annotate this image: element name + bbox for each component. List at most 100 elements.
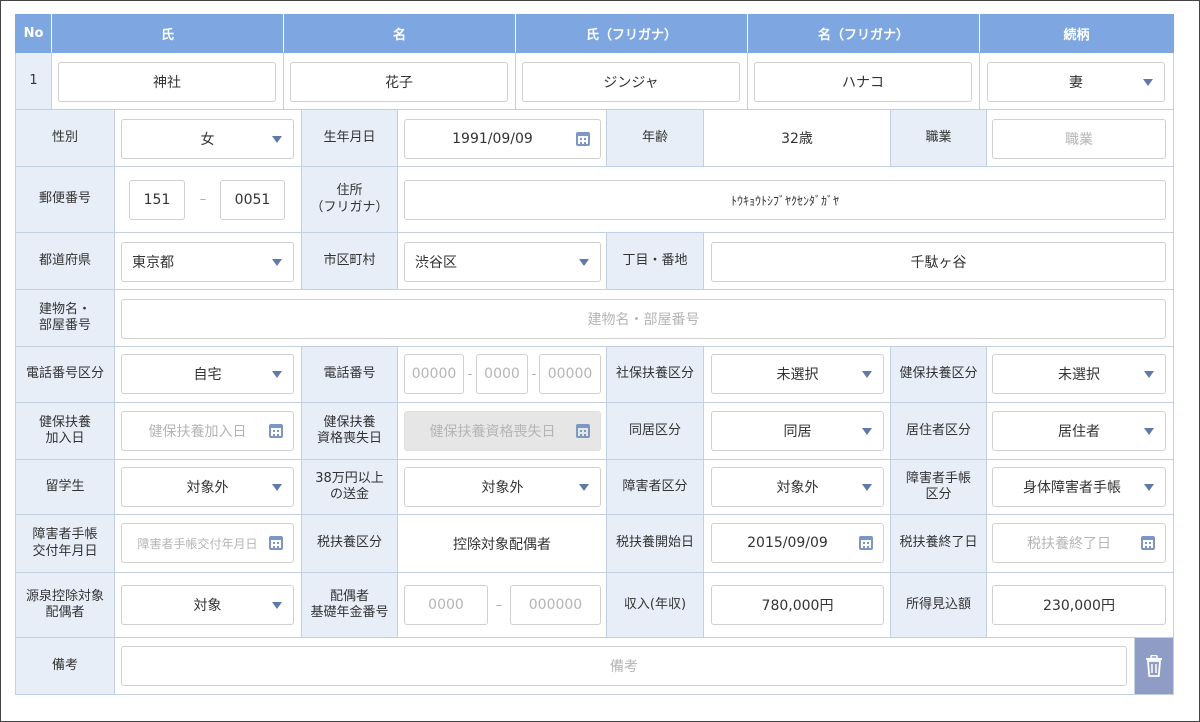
- prefecture-value: 東京都: [132, 255, 174, 271]
- cell-birthdate: 1991/09/09: [398, 110, 607, 167]
- health-loss-date-input[interactable]: 健保扶養資格喪失日: [404, 411, 601, 451]
- disability-select[interactable]: 対象外: [711, 467, 884, 507]
- cell-phone-type: 自宅: [115, 347, 302, 403]
- last-name-kana-input[interactable]: ジンジャ: [522, 62, 740, 102]
- chevron-down-icon: [579, 484, 589, 491]
- table-header: No 氏 名 氏（フリガナ） 名（フリガナ） 続柄: [15, 14, 1174, 53]
- chevron-down-icon: [272, 602, 282, 609]
- delete-row-button[interactable]: [1135, 638, 1174, 695]
- age-label: 年齢: [607, 110, 704, 167]
- student-select[interactable]: 対象外: [121, 467, 294, 507]
- phone-3-input[interactable]: 00000: [539, 354, 601, 394]
- chevron-down-icon: [272, 136, 282, 143]
- pension-2-input[interactable]: 000000: [510, 585, 601, 625]
- health-loss-label: 健保扶養 資格喪失日: [302, 403, 398, 460]
- header-last-name: 氏: [52, 14, 284, 53]
- tax-dependent-value: 控除対象配偶者: [398, 515, 607, 573]
- disability-book-select[interactable]: 身体障害者手帳: [992, 467, 1166, 507]
- calendar-icon[interactable]: [576, 424, 590, 438]
- residency-select[interactable]: 居住者: [992, 411, 1166, 451]
- cell-last-name-kana: ジンジャ: [516, 53, 748, 110]
- birthdate-label: 生年月日: [302, 110, 398, 167]
- pension-1-input[interactable]: 0000: [404, 585, 488, 625]
- first-name-kana-input[interactable]: ハナコ: [754, 62, 972, 102]
- chevron-down-icon: [862, 484, 872, 491]
- cell-tax-start: 2015/09/09: [704, 515, 891, 573]
- header-relationship: 続柄: [980, 14, 1174, 53]
- cohabitation-value: 同居: [783, 424, 812, 440]
- expected-income-input[interactable]: 230,000円: [992, 585, 1166, 625]
- city-select[interactable]: 渋谷区: [404, 242, 601, 282]
- cell-pension: 0000 – 000000: [398, 573, 607, 638]
- tax-end-placeholder: 税扶養終了日: [1027, 536, 1111, 552]
- occupation-input[interactable]: 職業: [992, 119, 1166, 159]
- health-dependent-select[interactable]: 未選択: [992, 354, 1166, 394]
- last-name-input[interactable]: 神社: [58, 62, 276, 102]
- phone-2-input[interactable]: 0000: [476, 354, 528, 394]
- phone-1-input[interactable]: 00000: [404, 354, 464, 394]
- postal-separator: –: [199, 192, 207, 207]
- social-dependent-select[interactable]: 未選択: [711, 354, 884, 394]
- cell-withholding: 対象: [115, 573, 302, 638]
- calendar-icon[interactable]: [859, 536, 873, 550]
- postal-code-1-input[interactable]: 151: [129, 180, 185, 220]
- cell-gender: 女: [115, 110, 302, 167]
- cell-city: 渋谷区: [398, 233, 607, 290]
- income-input[interactable]: 780,000円: [711, 585, 884, 625]
- row-building: 建物名・ 部屋番号 建物名・部屋番号: [15, 290, 1174, 347]
- tax-end-date-input[interactable]: 税扶養終了日: [992, 523, 1166, 563]
- phone-separator-1: -: [467, 367, 473, 382]
- cell-first-name: 花子: [284, 53, 516, 110]
- remittance-label: 38万円以上 の送金: [302, 460, 398, 515]
- block-input[interactable]: 千駄ヶ谷: [711, 242, 1166, 282]
- occupation-label: 職業: [891, 110, 987, 167]
- withholding-select[interactable]: 対象: [121, 585, 294, 625]
- cell-remarks: 備考: [115, 638, 1135, 695]
- phone-label: 電話番号: [302, 347, 398, 403]
- residency-value: 居住者: [1058, 424, 1100, 440]
- calendar-icon[interactable]: [576, 132, 590, 146]
- income-label: 収入(年収): [607, 573, 704, 638]
- cohabitation-select[interactable]: 同居: [711, 411, 884, 451]
- calendar-icon[interactable]: [1141, 536, 1155, 550]
- tax-start-label: 税扶養開始日: [607, 515, 704, 573]
- book-issue-date-input[interactable]: 障害者手帳交付年月日: [121, 523, 294, 563]
- first-name-input[interactable]: 花子: [290, 62, 508, 102]
- row-address: 都道府県 東京都 市区町村 渋谷区 丁目・番地 千駄ヶ谷: [15, 233, 1174, 290]
- phone-type-value: 自宅: [193, 367, 222, 383]
- age-value: 32歳: [704, 110, 891, 167]
- calendar-icon[interactable]: [269, 424, 283, 438]
- row-remarks: 備考 備考: [15, 638, 1174, 695]
- remarks-input[interactable]: 備考: [121, 646, 1127, 686]
- tax-start-date-input[interactable]: 2015/09/09: [711, 523, 884, 563]
- header-first-name-kana: 名（フリガナ）: [748, 14, 980, 53]
- gender-select[interactable]: 女: [121, 119, 294, 159]
- calendar-icon[interactable]: [269, 536, 283, 550]
- cell-occupation: 職業: [987, 110, 1174, 167]
- chevron-down-icon: [1144, 371, 1154, 378]
- gender-label: 性別: [15, 110, 115, 167]
- building-input[interactable]: 建物名・部屋番号: [121, 299, 1166, 339]
- chevron-down-icon: [579, 259, 589, 266]
- address-kana-label: 住所 （フリガナ）: [302, 167, 398, 233]
- expected-income-label: 所得見込額: [891, 573, 987, 638]
- birthdate-value: 1991/09/09: [452, 131, 533, 147]
- cell-address-kana: ﾄｳｷｮｳﾄｼﾌﾞﾔｸｾﾝﾀﾞｶﾞﾔ: [398, 167, 1174, 233]
- cell-phone: 00000 - 0000 - 00000: [398, 347, 607, 403]
- cell-remittance: 対象外: [398, 460, 607, 515]
- disability-value: 対象外: [776, 480, 819, 496]
- birthdate-input[interactable]: 1991/09/09: [404, 119, 601, 159]
- address-kana-input[interactable]: ﾄｳｷｮｳﾄｼﾌﾞﾔｸｾﾝﾀﾞｶﾞﾔ: [404, 180, 1166, 220]
- relationship-select[interactable]: 妻: [987, 62, 1165, 102]
- postal-code-2-input[interactable]: 0051: [220, 180, 285, 220]
- prefecture-select[interactable]: 東京都: [121, 242, 294, 282]
- health-join-date-input[interactable]: 健保扶養加入日: [121, 411, 294, 451]
- phone-type-select[interactable]: 自宅: [121, 354, 294, 394]
- remittance-select[interactable]: 対象外: [404, 467, 601, 507]
- cell-prefecture: 東京都: [115, 233, 302, 290]
- chevron-down-icon: [1144, 428, 1154, 435]
- cell-last-name: 神社: [52, 53, 284, 110]
- cell-residency: 居住者: [987, 403, 1174, 460]
- row-status: 留学生 対象外 38万円以上 の送金 対象外 障害者区分 対象外 障害者手帳 区…: [15, 460, 1174, 515]
- student-value: 対象外: [186, 480, 229, 496]
